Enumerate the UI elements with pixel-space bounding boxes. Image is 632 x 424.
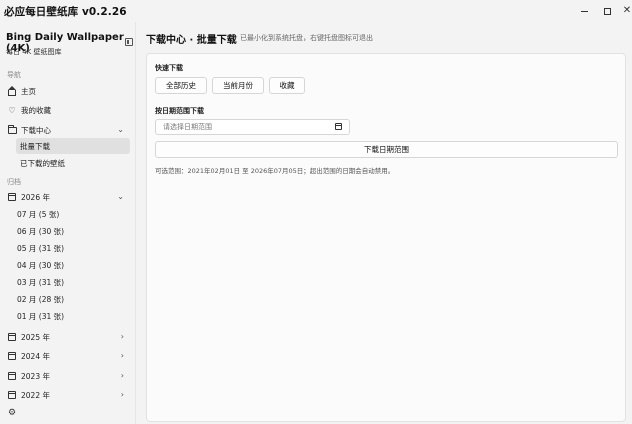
minimize-button[interactable] [576,4,592,18]
close-icon: ✕ [622,5,632,16]
calendar-icon [7,371,17,381]
sidebar-item-batch-download[interactable]: 批量下载 [16,138,130,154]
gear-icon: ⚙ [7,408,17,418]
sidebar-item-year-2026[interactable]: 2026 年 ⌄ [4,189,130,205]
nav-section-label: 导航 [7,71,21,79]
sidebar-item-label: 2024 年 [21,351,50,361]
sidebar-item-download-center[interactable]: 下载中心 ⌄ [4,122,130,138]
brand-subtitle: 每日 4K 壁纸图库 [6,48,62,56]
sidebar-item-label: 2025 年 [21,332,50,342]
maximize-button[interactable] [599,4,615,18]
heart-icon: ♡ [8,105,16,115]
chevron-right-icon: › [120,351,124,360]
current-month-button[interactable]: 当前月份 [212,77,264,94]
calendar-icon [7,390,17,400]
sidebar-item-month[interactable]: 05 月 (31 张) [17,240,64,256]
favorites-button[interactable]: 收藏 [269,77,305,94]
sidebar-item-label: 主页 [21,86,36,96]
chevron-down-icon: ⌄ [117,125,124,134]
sidebar-item-year-2024[interactable]: 2024 年 › [4,348,130,364]
download-card: 快速下载 全部历史 当前月份 收藏 按日期范围下载 请选择日期范围 下载日期范围… [146,53,626,422]
close-button[interactable]: ✕ [619,4,632,18]
download-range-button[interactable]: 下载日期范围 [155,141,618,158]
sidebar-item-favorites[interactable]: ♡ 我的收藏 [4,102,130,118]
sidebar-item-label: 2022 年 [21,390,50,400]
title-bar: 必应每日壁纸库 v0.2.26 ✕ [0,0,632,22]
sidebar-item-label: 2026 年 [21,192,50,202]
window-title: 必应每日壁纸库 v0.2.26 [4,6,127,18]
sidebar-item-month[interactable]: 02 月 (28 张) [17,291,64,307]
page-hint: 已最小化到系统托盘，右键托盘图标可退出 [240,34,373,42]
all-history-button[interactable]: 全部历史 [155,77,207,94]
date-range-picker[interactable]: 请选择日期范围 [155,119,350,135]
archive-section-label: 归档 [7,178,21,186]
sidebar-item-label: 2023 年 [21,371,50,381]
calendar-icon [7,332,17,342]
page-title: 下载中心 · 批量下载 [146,35,237,46]
chevron-right-icon: › [120,390,124,399]
date-range-placeholder: 请选择日期范围 [163,123,212,131]
minimize-icon [580,10,588,12]
main-content: 下载中心 · 批量下载 已最小化到系统托盘，右键托盘图标可退出 快速下载 全部历… [146,22,626,424]
settings-button[interactable]: ⚙ [4,405,24,421]
chevron-right-icon: › [120,332,124,341]
calendar-icon [335,123,342,130]
sidebar: Bing Daily Wallpaper (4K) 每日 4K 壁纸图库 导航 … [0,22,136,424]
sidebar-item-label: 已下载的壁纸 [20,158,65,168]
sidebar-item-month[interactable]: 04 月 (30 张) [17,257,64,273]
sidebar-item-home[interactable]: 主页 [4,83,130,99]
sidebar-item-year-2025[interactable]: 2025 年 › [4,329,130,345]
sidebar-item-month[interactable]: 03 月 (31 张) [17,274,64,290]
range-note: 可选范围：2021年02月01日 至 2026年07月05日；超出范围的日期会自… [155,167,395,175]
date-range-label: 按日期范围下载 [155,107,204,115]
maximize-icon [603,7,611,15]
sidebar-item-month[interactable]: 06 月 (30 张) [17,223,64,239]
sidebar-item-month[interactable]: 01 月 (31 张) [17,308,64,324]
sidebar-toggle-icon[interactable] [125,38,133,46]
sidebar-item-downloaded[interactable]: 已下载的壁纸 [16,155,130,171]
sidebar-item-year-2023[interactable]: 2023 年 › [4,368,130,384]
sidebar-item-month[interactable]: 07 月 (5 张) [17,206,59,222]
sidebar-item-label: 下载中心 [21,125,51,135]
calendar-icon [7,192,17,202]
calendar-icon [7,351,17,361]
quick-download-label: 快速下载 [155,64,183,72]
chevron-down-icon: ⌄ [117,192,124,201]
sidebar-item-year-2022[interactable]: 2022 年 › [4,387,130,403]
chevron-right-icon: › [120,371,124,380]
folder-icon [7,124,17,135]
home-icon [7,86,17,96]
sidebar-item-label: 批量下载 [20,141,50,151]
sidebar-item-label: 我的收藏 [21,105,51,115]
